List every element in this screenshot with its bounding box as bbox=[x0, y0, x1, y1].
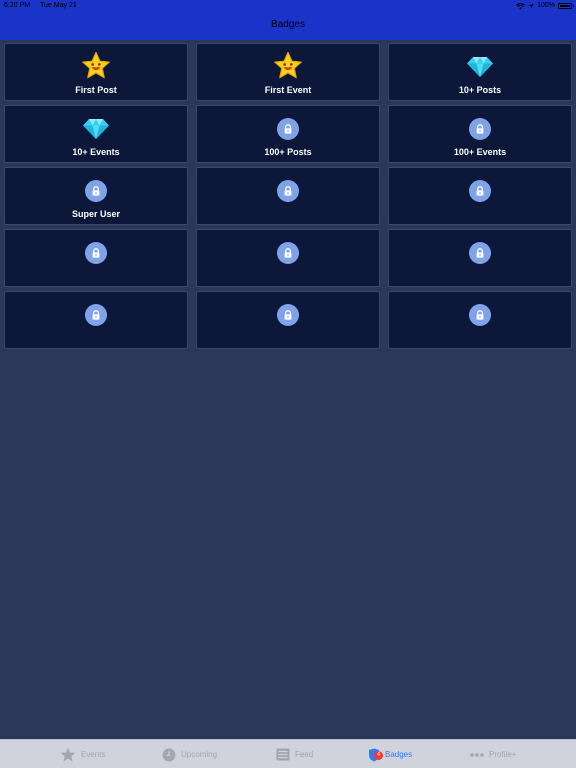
badge-grid: First Post First Event 10+ Posts 10+ Events… bbox=[4, 43, 572, 349]
badge-label: First Post bbox=[75, 85, 117, 95]
lock-icon bbox=[469, 180, 491, 202]
badge-card[interactable]: 100+ Posts bbox=[196, 105, 380, 163]
badge-label: 10+ Posts bbox=[458, 85, 502, 95]
badge-card[interactable]: Super User bbox=[4, 167, 188, 225]
lock-icon bbox=[85, 304, 107, 326]
badge-label: 10+ Events bbox=[72, 147, 120, 157]
badge-label: 100+ Posts bbox=[264, 147, 312, 157]
navigation-header: 6:20 PM Tue May 21 100% Badges bbox=[0, 0, 576, 40]
badge-card[interactable]: 10+ Posts bbox=[388, 43, 572, 101]
list-icon bbox=[276, 748, 290, 761]
badge-card[interactable] bbox=[4, 291, 188, 349]
lock-icon bbox=[277, 304, 299, 326]
status-time: 6:20 PM bbox=[4, 2, 31, 9]
badge-label: 100+ Events bbox=[453, 147, 507, 157]
badge-card[interactable] bbox=[4, 229, 188, 287]
badge-card[interactable]: 100+ Events bbox=[388, 105, 572, 163]
shield-icon: 4 bbox=[368, 748, 383, 762]
lock-icon bbox=[469, 304, 491, 326]
badge-label: First Event bbox=[264, 85, 312, 95]
star-icon bbox=[273, 51, 303, 81]
badge-card[interactable] bbox=[196, 291, 380, 349]
tab-profile[interactable]: Profile+ bbox=[470, 740, 516, 768]
tab-label: Upcoming bbox=[181, 750, 218, 759]
status-date: Tue May 21 bbox=[40, 2, 77, 9]
battery-icon bbox=[558, 3, 574, 9]
lock-icon bbox=[85, 180, 107, 202]
battery-percent: 100% bbox=[537, 2, 555, 9]
tab-feed[interactable]: Feed bbox=[276, 740, 313, 768]
more-icon bbox=[470, 752, 484, 757]
status-bar: 6:20 PM Tue May 21 100% bbox=[0, 0, 576, 12]
badge-card[interactable] bbox=[388, 167, 572, 225]
tab-badges[interactable]: 4 Badges bbox=[368, 740, 412, 768]
tab-label: Profile+ bbox=[489, 750, 517, 759]
tab-label: Badges bbox=[385, 750, 413, 759]
clock-icon bbox=[162, 748, 176, 762]
badge-card[interactable] bbox=[388, 229, 572, 287]
diamond-icon bbox=[465, 51, 495, 81]
star-icon bbox=[60, 747, 76, 763]
location-icon bbox=[528, 3, 534, 9]
lock-icon bbox=[277, 242, 299, 264]
lock-icon bbox=[277, 180, 299, 202]
lock-icon bbox=[277, 118, 299, 140]
lock-icon bbox=[85, 242, 107, 264]
badge-card[interactable]: First Event bbox=[196, 43, 380, 101]
page-title: Badges bbox=[271, 19, 305, 30]
badge-card[interactable] bbox=[196, 167, 380, 225]
tab-bar: Events Upcoming Feed 4 Badges Profile+ bbox=[0, 739, 576, 768]
tab-upcoming[interactable]: Upcoming bbox=[162, 740, 217, 768]
tab-label: Feed bbox=[295, 750, 314, 759]
wifi-icon bbox=[516, 2, 526, 9]
badge-card[interactable] bbox=[388, 291, 572, 349]
tab-label: Events bbox=[81, 750, 106, 759]
badge-card[interactable]: First Post bbox=[4, 43, 188, 101]
badge-card[interactable]: 10+ Events bbox=[4, 105, 188, 163]
badge-card[interactable] bbox=[196, 229, 380, 287]
star-icon bbox=[81, 51, 111, 81]
tab-events[interactable]: Events bbox=[60, 740, 105, 768]
diamond-icon bbox=[81, 113, 111, 143]
badge-label: Super User bbox=[71, 209, 121, 219]
lock-icon bbox=[469, 118, 491, 140]
lock-icon bbox=[469, 242, 491, 264]
notification-badge: 4 bbox=[374, 750, 383, 760]
